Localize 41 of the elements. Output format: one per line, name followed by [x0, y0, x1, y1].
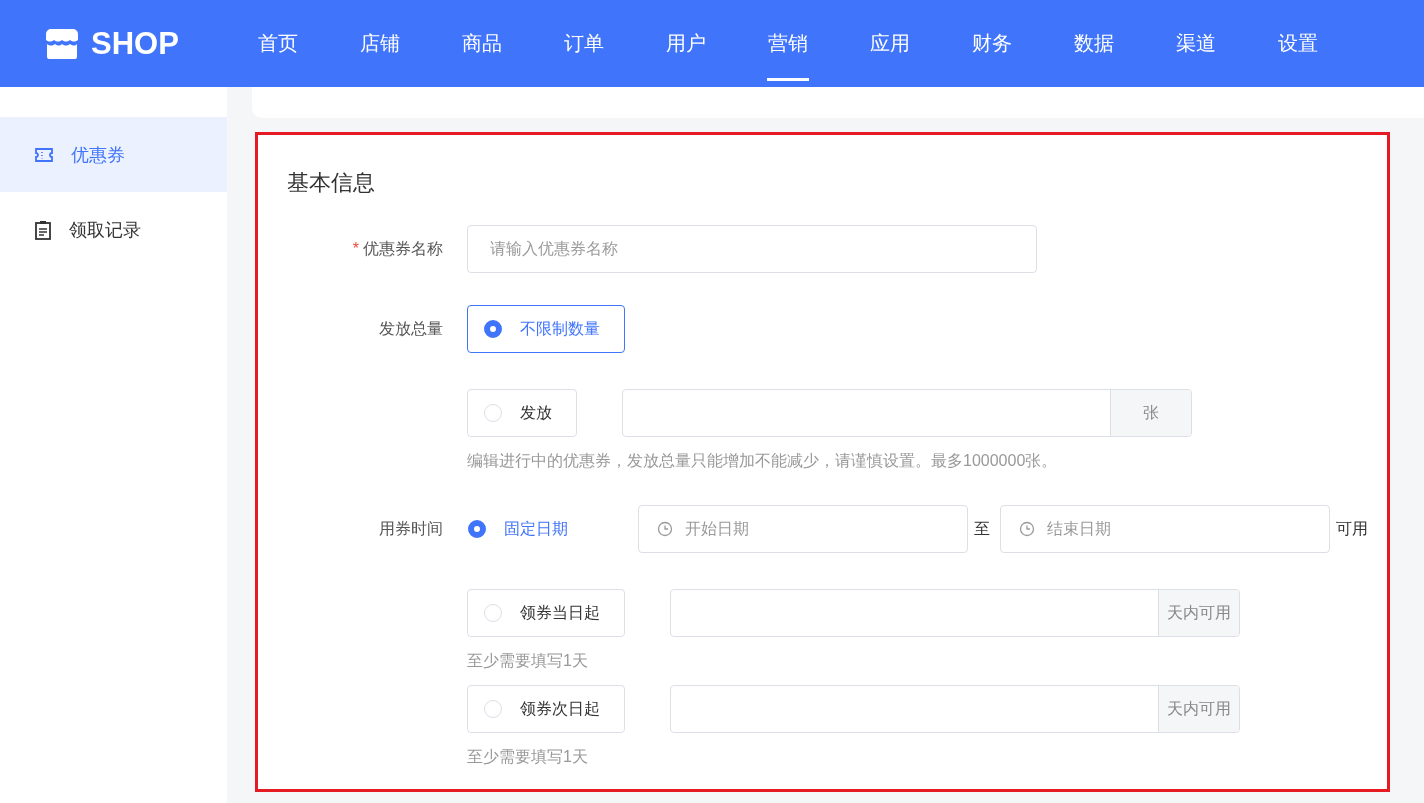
nav-tab[interactable]: 用户 [635, 0, 737, 87]
unit-addon: 天内可用 [1158, 686, 1239, 732]
unit-addon: 张 [1110, 390, 1191, 436]
input-field[interactable]: 天内可用 [670, 589, 1240, 637]
section-title: 基本信息 [287, 169, 376, 197]
clipboard-icon [35, 219, 51, 240]
nav-tab[interactable]: 数据 [1043, 0, 1145, 87]
nav-tab[interactable]: 财务 [941, 0, 1043, 87]
field-label: * 优惠券名称 [351, 239, 443, 259]
date-field[interactable]: 开始日期 [638, 505, 968, 553]
required-mark: * [352, 240, 359, 257]
nav-tab[interactable]: 营销 [737, 0, 839, 87]
field-label: 发放总量 [378, 319, 443, 339]
nav-tab[interactable]: 应用 [839, 0, 941, 87]
hint-text: 至少需要填写1天 [467, 651, 589, 671]
clock-icon [1019, 521, 1035, 537]
logo-text: SHOP [91, 25, 179, 62]
sidebar-item[interactable]: 优惠券 [0, 117, 227, 192]
suffix-text: 可用 [1336, 518, 1368, 539]
unit-addon: 天内可用 [1158, 590, 1239, 636]
nav-tab[interactable]: 首页 [227, 0, 329, 87]
input-field[interactable]: 张 [622, 389, 1192, 437]
nav-tab[interactable]: 设置 [1247, 0, 1349, 87]
radio-option[interactable]: 领券次日起 [467, 685, 625, 733]
range-separator: 至 [974, 518, 990, 539]
nav-tab[interactable]: 商品 [431, 0, 533, 87]
clock-icon [657, 521, 673, 537]
nav-tab[interactable]: 店铺 [329, 0, 431, 87]
field-label: 用券时间 [378, 519, 443, 539]
input-field[interactable]: 天内可用 [670, 685, 1240, 733]
hint-text: 编辑进行中的优惠券，发放总量只能增加不能减少，请谨慎设置。最多1000000张。 [467, 451, 1059, 471]
radio-option[interactable]: 领券当日起 [467, 589, 625, 637]
nav-tab[interactable]: 渠道 [1145, 0, 1247, 87]
date-field[interactable]: 结束日期 [1000, 505, 1330, 553]
radio-option[interactable]: 不限制数量 [467, 305, 625, 353]
ticket-icon [35, 147, 53, 162]
nav-tab[interactable]: 订单 [533, 0, 635, 87]
hint-text: 至少需要填写1天 [467, 747, 589, 767]
input-field[interactable]: 请输入优惠券名称 [467, 225, 1037, 273]
shop-icon [45, 27, 79, 60]
radio-option[interactable]: 发放 [467, 389, 577, 437]
